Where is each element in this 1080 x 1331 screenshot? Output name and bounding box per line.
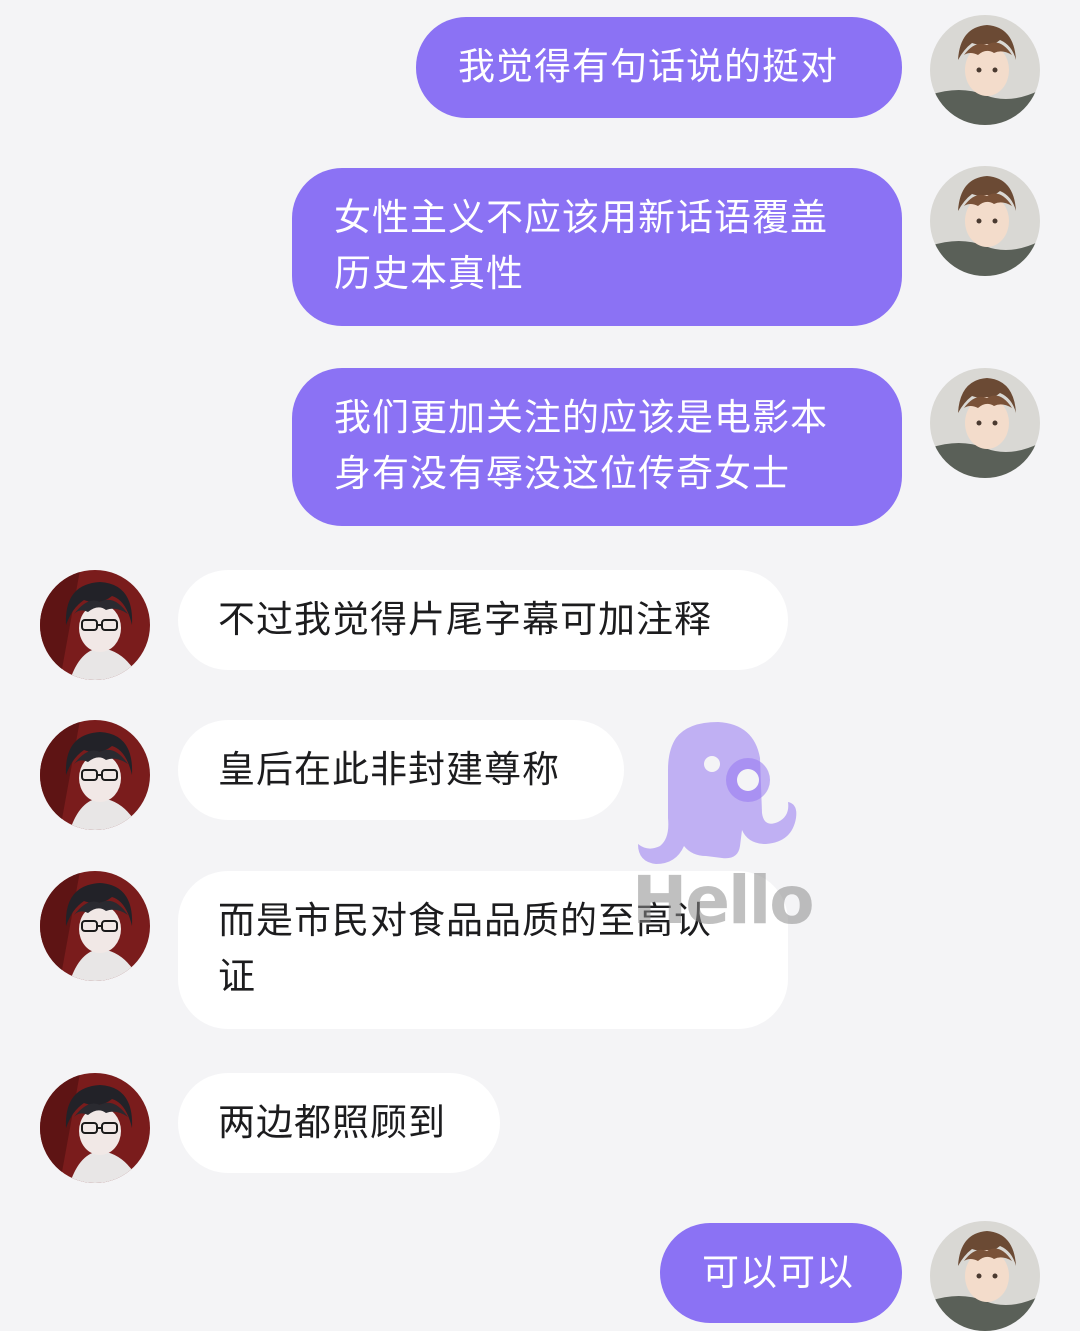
- message-text: 不过我觉得片尾字幕可加注释: [218, 598, 712, 641]
- outgoing-message-bubble[interactable]: 我们更加关注的应该是电影本身有没有辱没这位传奇女士: [292, 368, 902, 526]
- incoming-message-bubble[interactable]: 而是市民对食品品质的至高认证: [178, 871, 788, 1029]
- incoming-message-bubble[interactable]: 两边都照顾到: [178, 1073, 500, 1173]
- self-avatar[interactable]: [930, 1221, 1040, 1331]
- self-avatar[interactable]: [930, 166, 1040, 276]
- contact-avatar[interactable]: [40, 570, 150, 680]
- incoming-message-bubble[interactable]: 不过我觉得片尾字幕可加注释: [178, 570, 788, 670]
- self-avatar[interactable]: [930, 15, 1040, 125]
- message-text: 可以可以: [702, 1251, 854, 1294]
- chat-thread: 我觉得有句话说的挺对 女性主义不应该用新话语覆盖历史本真性 我们更加关注的应该是…: [0, 0, 1080, 1331]
- contact-avatar[interactable]: [40, 1073, 150, 1183]
- self-avatar[interactable]: [930, 368, 1040, 478]
- incoming-message-bubble[interactable]: 皇后在此非封建尊称: [178, 720, 624, 820]
- contact-avatar[interactable]: [40, 871, 150, 981]
- outgoing-message-bubble[interactable]: 女性主义不应该用新话语覆盖历史本真性: [292, 168, 902, 326]
- message-text: 而是市民对食品品质的至高认证: [218, 899, 712, 998]
- outgoing-message-bubble[interactable]: 可以可以: [660, 1223, 902, 1323]
- contact-avatar[interactable]: [40, 720, 150, 830]
- outgoing-message-bubble[interactable]: 我觉得有句话说的挺对: [416, 17, 902, 118]
- message-text: 我觉得有句话说的挺对: [458, 45, 838, 88]
- message-text: 女性主义不应该用新话语覆盖历史本真性: [334, 196, 828, 295]
- message-text: 皇后在此非封建尊称: [218, 748, 560, 791]
- message-text: 我们更加关注的应该是电影本身有没有辱没这位传奇女士: [334, 396, 828, 495]
- message-text: 两边都照顾到: [218, 1101, 446, 1144]
